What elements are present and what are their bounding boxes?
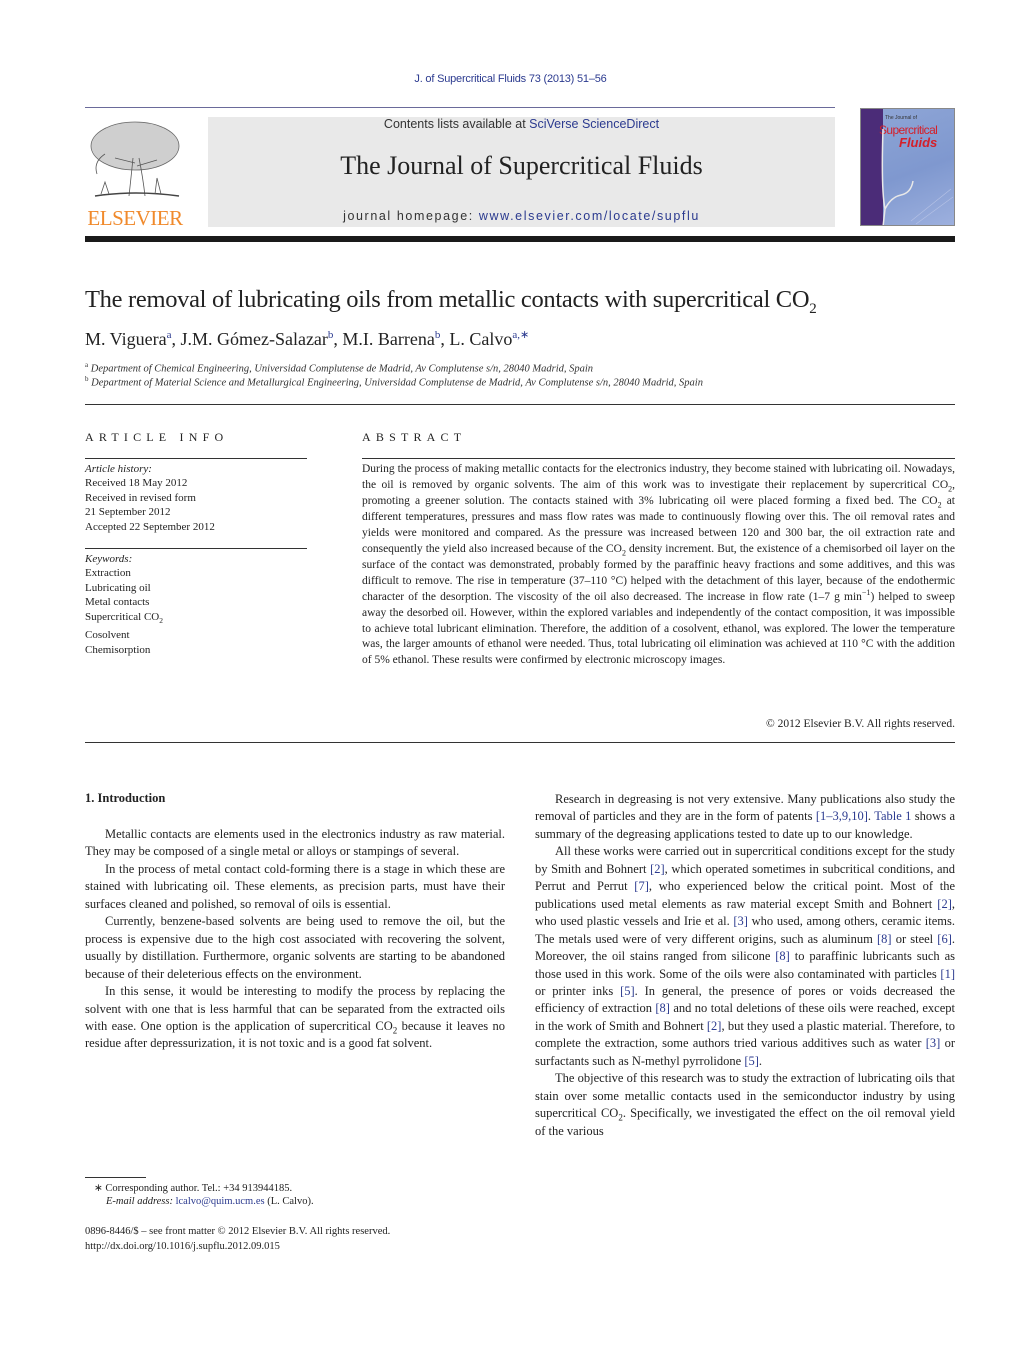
affiliation-text: Department of Chemical Engineering, Univ… [90,363,594,375]
author-name: L. Calvo [449,329,513,349]
body-paragraph: Research in degreasing is not very exten… [535,791,955,843]
email-link[interactable]: lcalvo@quim.ucm.es [176,1196,265,1207]
abstract-bottom-rule [85,742,955,743]
email-label: E-mail address: [106,1196,173,1207]
keyword-item: Extraction [85,567,131,580]
body-paragraph: Metallic contacts are elements used in t… [85,827,505,859]
reference-link[interactable]: [8] [877,932,892,946]
journal-homepage: journal homepage: www.elsevier.com/locat… [208,209,835,223]
reference-link[interactable]: [2] [707,1019,722,1033]
body-paragraph: All these works were carried out in supe… [535,843,955,1070]
reference-link[interactable]: [5] [744,1054,759,1068]
body-paragraph: Currently, benzene-based solvents are be… [85,914,505,981]
body-paragraph: In the process of metal contact cold-for… [85,861,505,911]
contents-prefix: Contents lists available at [383,117,530,131]
doi-link[interactable]: http://dx.doi.org/10.1016/j.supflu.2012.… [85,1241,280,1252]
keyword-item: Supercritical CO2 [85,610,163,629]
affiliation-link[interactable]: a,∗ [512,329,529,341]
table-link[interactable]: Table 1 [874,809,911,823]
reference-link[interactable]: [8] [655,1001,670,1015]
paragraph-text: or printer inks [535,983,621,998]
affiliation-link[interactable]: a [167,329,172,341]
journal-title: The Journal of Supercritical Fluids [340,151,703,180]
article-info-divider [85,458,307,459]
reference-link[interactable]: [1] [940,967,955,981]
abstract-heading: ABSTRACT [362,430,467,444]
author-name: M.I. Barrena [342,329,435,349]
journal-citation[interactable]: J. of Supercritical Fluids 73 (2013) 51–… [0,73,1021,85]
author-name: J.M. Gómez-Salazar [180,329,328,349]
affiliation-mark: b [85,375,89,383]
history-item: 21 September 2012 [85,506,171,519]
paper-title: The removal of lubricating oils from met… [85,286,817,318]
reference-link[interactable]: [5] [620,984,635,998]
paper-title-text: The removal of lubricating oils from met… [85,286,810,313]
body-column-right: Research in degreasing is not very exten… [535,791,955,1140]
title-divider [85,404,955,405]
body-column-left: Metallic contacts are elements used in t… [85,826,505,1053]
elsevier-wordmark: ELSEVIER [87,206,183,230]
article-info-heading: ARTICLE INFO [85,430,229,444]
abstract-copyright: © 2012 Elsevier B.V. All rights reserved… [766,718,955,730]
journal-cover-image[interactable]: The Journal of Supercritical Fluids [860,108,955,226]
body-paragraph: In this sense, it would be interesting t… [85,983,505,1053]
reference-link[interactable]: [3] [733,914,748,928]
cover-graphic-curve [881,128,954,225]
history-item: Received 18 May 2012 [85,477,188,490]
keyword-item: Lubricating oil [85,581,151,594]
article-history-label: Article history: [85,463,152,475]
keyword-subscript: 2 [159,615,163,625]
affiliation-b: b Department of Material Science and Met… [85,375,703,389]
reference-link[interactable]: [8] [775,949,790,963]
header-divider [85,107,835,108]
affiliation-mark: a [85,361,89,369]
reference-link[interactable]: [6] [937,932,952,946]
reference-link[interactable]: [7] [634,879,649,893]
abstract-text: During the process of making metallic co… [362,463,955,491]
section-heading-introduction: 1. Introduction [85,791,166,805]
reference-link[interactable]: [2] [937,897,952,911]
affiliation-a: a Department of Chemical Engineering, Un… [85,361,593,375]
footnote-rule [85,1177,146,1178]
keyword-item: Metal contacts [85,596,150,609]
affiliation-link[interactable]: b [328,329,334,341]
author-list: M. Vigueraa, J.M. Gómez-Salazarb, M.I. B… [85,329,530,349]
reference-link[interactable]: [2] [650,862,665,876]
paragraph-text: or steel [891,931,938,946]
keyword-item: Cosolvent [85,629,130,642]
paper-title-subscript: 2 [809,300,817,317]
body-paragraph: The objective of this research was to st… [535,1070,955,1140]
keywords-divider [85,548,307,549]
issn-line: 0896-8446/$ – see front matter © 2012 El… [85,1226,391,1237]
author-name: M. Viguera [85,329,167,349]
corresponding-author-note: ∗ Corresponding author. Tel.: +34 913944… [94,1183,293,1194]
homepage-prefix: journal homepage: [343,209,479,223]
homepage-link[interactable]: www.elsevier.com/locate/supflu [479,209,700,223]
contents-availability: Contents lists available at SciVerse Sci… [208,117,835,131]
affiliation-link[interactable]: b [435,329,441,341]
keywords-label: Keywords: [85,553,133,565]
keyword-item: Chemisorption [85,643,151,656]
history-item: Accepted 22 September 2012 [85,520,215,533]
email-note: E-mail address: lcalvo@quim.ucm.es (L. C… [106,1196,314,1207]
reference-link[interactable]: [1–3,9,10] [816,809,868,823]
sciencedirect-link[interactable]: SciVerse ScienceDirect [529,117,659,131]
header-thick-rule [85,236,955,242]
keyword-text: Supercritical CO [85,610,160,623]
affiliation-text: Department of Material Science and Metal… [91,377,703,389]
abstract-divider [362,458,955,459]
elsevier-tree-icon [90,121,180,197]
abstract-body: During the process of making metallic co… [362,462,955,669]
elsevier-logo[interactable]: ELSEVIER [83,116,187,230]
history-item: Received in revised form [85,491,196,504]
reference-link[interactable]: [3] [926,1036,941,1050]
journal-banner: Contents lists available at SciVerse Sci… [208,117,835,227]
keywords-list: Keywords: Extraction Lubricating oil Met… [85,552,163,657]
email-suffix: (L. Calvo). [264,1196,314,1207]
article-history: Article history: Received 18 May 2012 Re… [85,462,215,534]
paragraph-text: . [758,1053,763,1068]
